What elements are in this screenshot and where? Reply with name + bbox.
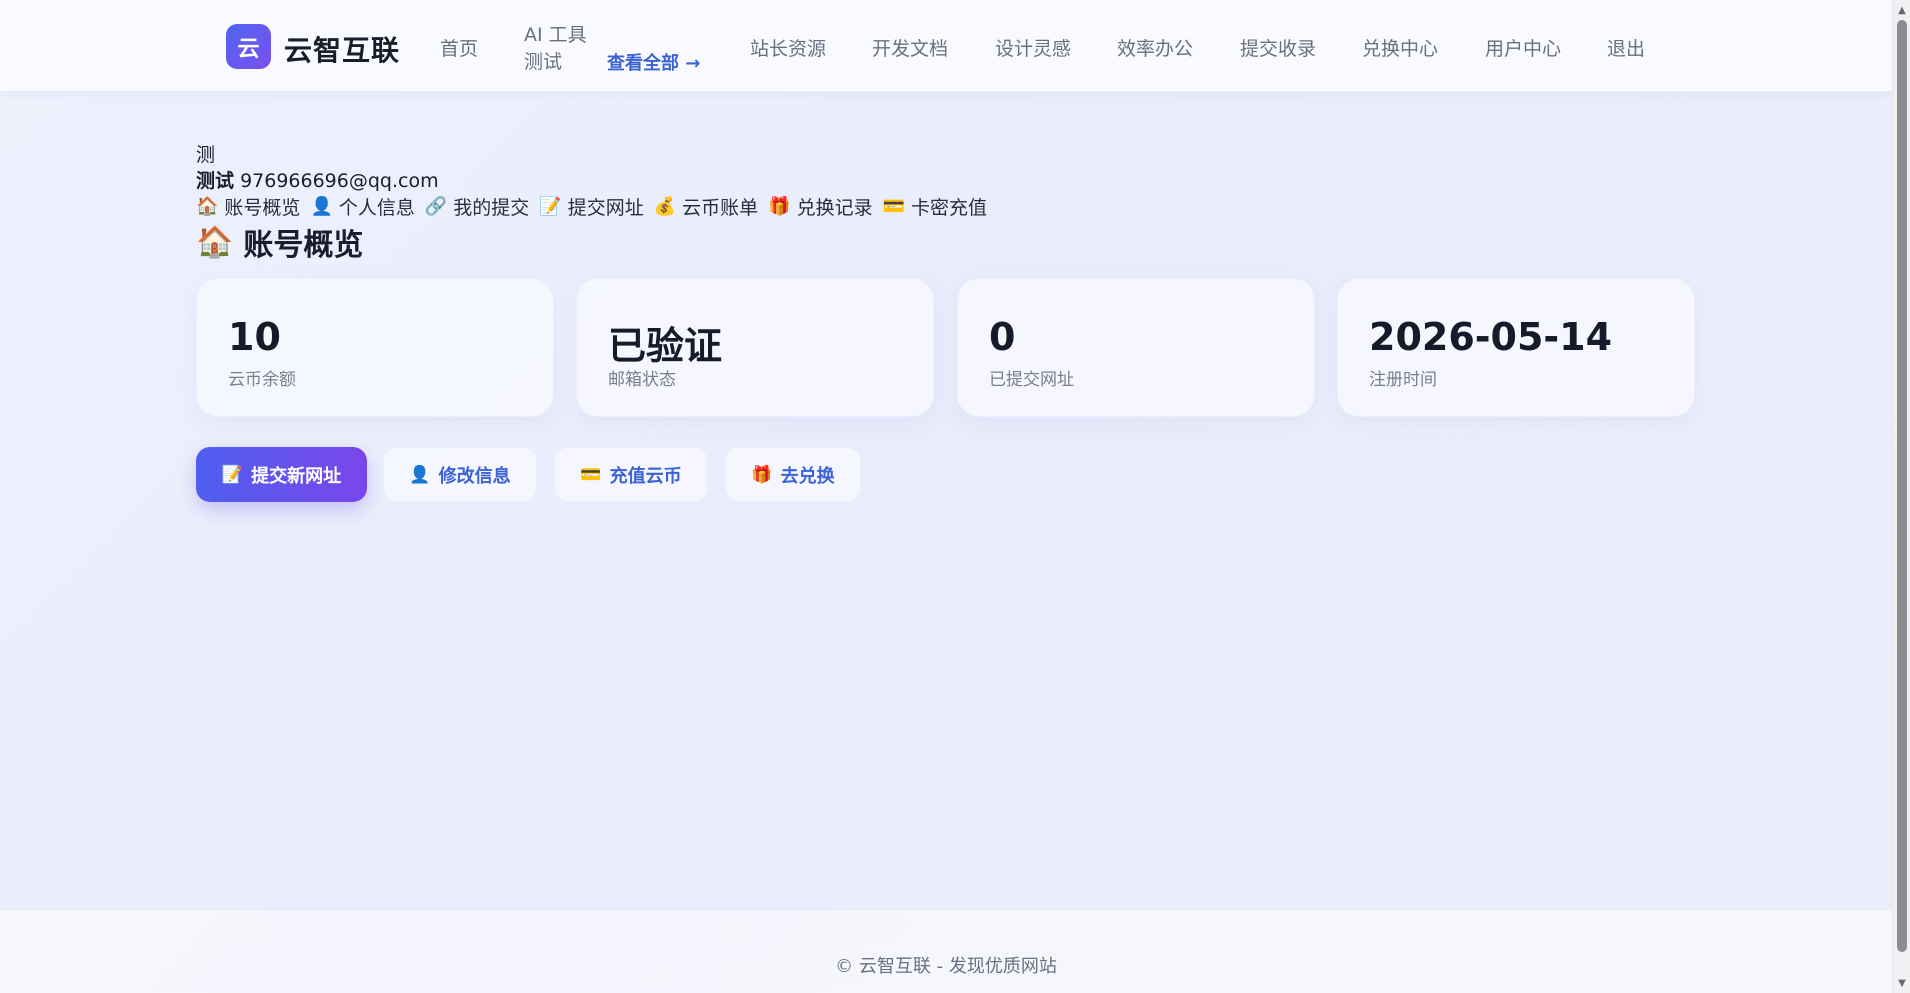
scrollbar-thumb[interactable]: [1897, 20, 1907, 952]
stat-value: 0: [989, 315, 1016, 359]
credit-card-icon: 💳: [882, 196, 906, 217]
site-logo-text[interactable]: 云智互联: [284, 29, 400, 69]
stat-label: 邮箱状态: [608, 370, 676, 390]
nav-dev-docs[interactable]: 开发文档: [872, 34, 948, 61]
stat-label: 已提交网址: [989, 370, 1074, 390]
gift-icon: 🎁: [751, 464, 773, 485]
page: 云 云智互联 首页 AI 工具 测试 查看全部 → 站长资源 开发文档 设计灵感…: [0, 0, 1892, 993]
stat-card-coins: 10 云币余额: [196, 278, 554, 417]
menu-item-label: 个人信息: [338, 197, 415, 219]
menu-item-label: 兑换记录: [796, 197, 873, 219]
scroll-up-arrow-icon[interactable]: ▲: [1893, 2, 1910, 18]
menu-item-label: 账号概览: [224, 197, 301, 219]
button-label: 去兑换: [780, 465, 835, 487]
nav-home[interactable]: 首页: [440, 34, 478, 61]
nav-user-center[interactable]: 用户中心: [1485, 34, 1561, 61]
scroll-down-arrow-icon[interactable]: ▼: [1893, 975, 1910, 991]
stat-card-submitted: 0 已提交网址: [957, 278, 1315, 417]
menu-item-label: 提交网址: [567, 197, 644, 219]
section-title-text: 账号概览: [243, 228, 364, 263]
nav-submit-listing[interactable]: 提交收录: [1240, 34, 1316, 61]
stat-value: 10: [228, 315, 281, 359]
nav-design-inspiration[interactable]: 设计灵感: [995, 34, 1071, 61]
section-title: 🏠 账号概览: [196, 220, 363, 264]
menu-item-profile[interactable]: 👤 个人信息: [310, 193, 414, 220]
user-icon: 👤: [409, 464, 431, 485]
menu-item-card-recharge[interactable]: 💳 卡密充值: [883, 193, 987, 220]
user-email: 976966696@qq.com: [240, 170, 439, 192]
menu-item-label: 卡密充值: [911, 197, 988, 219]
stat-label: 云币余额: [228, 370, 296, 390]
user-menu: 🏠 账号概览 👤 个人信息 🔗 我的提交 📝 提交网址 💰 云币账单 🎁 兑换记…: [196, 193, 987, 220]
memo-icon: 📝: [539, 196, 562, 217]
user-identity: 测试 976966696@qq.com: [196, 166, 439, 193]
nav-productivity[interactable]: 效率办公: [1117, 34, 1193, 61]
edit-info-button[interactable]: 👤 修改信息: [383, 447, 537, 502]
menu-item-my-submissions[interactable]: 🔗 我的提交: [425, 193, 529, 220]
vertical-scrollbar[interactable]: ▲ ▼: [1892, 0, 1910, 993]
nav-view-all-link[interactable]: 查看全部 →: [607, 49, 700, 75]
memo-icon: 📝: [221, 464, 244, 485]
menu-item-overview[interactable]: 🏠 账号概览: [196, 193, 300, 220]
stat-label: 注册时间: [1369, 370, 1437, 390]
user-avatar: 测: [196, 144, 216, 166]
stat-card-email: 已验证 邮箱状态: [576, 278, 934, 417]
nav-ai-tools[interactable]: AI 工具 测试: [524, 22, 604, 76]
home-icon: 🏠: [196, 196, 219, 217]
footer-copyright: © 云智互联 - 发现优质网站: [835, 956, 1057, 977]
stat-value: 2026-05-14: [1369, 315, 1613, 359]
user-icon: 👤: [310, 196, 333, 217]
submit-new-url-button[interactable]: 📝 提交新网址: [196, 447, 367, 502]
money-bag-icon: 💰: [653, 196, 677, 217]
user-name: 测试: [196, 170, 235, 192]
menu-item-exchange-records[interactable]: 🎁 兑换记录: [768, 193, 872, 220]
redeem-button[interactable]: 🎁 去兑换: [725, 447, 861, 502]
gift-icon: 🎁: [768, 196, 791, 217]
credit-card-icon: 💳: [580, 464, 602, 485]
button-label: 修改信息: [438, 465, 511, 487]
button-label: 充值云币: [609, 465, 682, 487]
nav-exchange-center[interactable]: 兑换中心: [1362, 34, 1438, 61]
home-icon: 🏠: [196, 224, 234, 260]
nav-logout[interactable]: 退出: [1607, 34, 1645, 61]
recharge-coins-button[interactable]: 💳 充值云币: [554, 447, 708, 502]
menu-item-label: 我的提交: [453, 197, 530, 219]
menu-item-submit-url[interactable]: 📝 提交网址: [539, 193, 643, 220]
logo-icon[interactable]: 云: [226, 24, 271, 69]
button-label: 提交新网址: [251, 465, 342, 487]
nav-ai-tools-label: AI 工具 测试: [524, 24, 587, 73]
top-navbar: 云 云智互联 首页 AI 工具 测试 查看全部 → 站长资源 开发文档 设计灵感…: [0, 0, 1892, 92]
stat-card-registered: 2026-05-14 注册时间: [1337, 278, 1695, 417]
footer: © 云智互联 - 发现优质网站: [0, 909, 1892, 993]
link-icon: 🔗: [424, 196, 448, 217]
stat-value: 已验证: [608, 324, 723, 368]
menu-item-label: 云币账单: [682, 197, 759, 219]
menu-item-coin-bill[interactable]: 💰 云币账单: [654, 193, 758, 220]
nav-webmaster-resources[interactable]: 站长资源: [750, 34, 826, 61]
